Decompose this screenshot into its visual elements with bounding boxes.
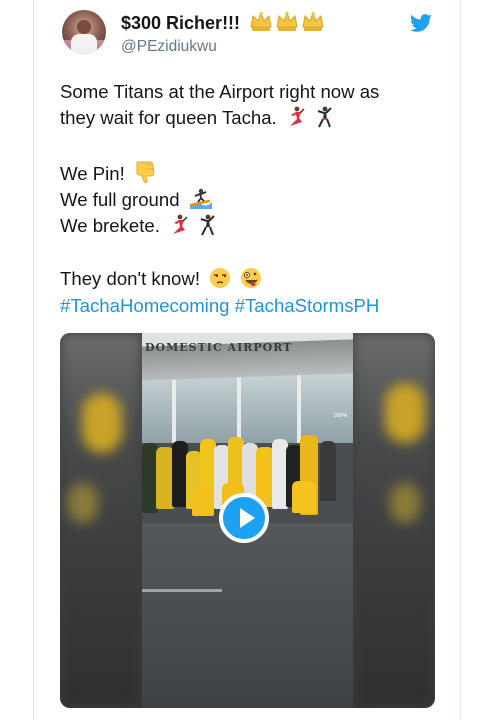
- hashtag-tachahomecoming[interactable]: #TachaHomecoming: [60, 295, 230, 316]
- card-border-left: [33, 0, 34, 720]
- crown-icon: [276, 11, 298, 31]
- airport-sign: DOMESTIC AIRPORT: [145, 341, 293, 354]
- video-player[interactable]: DOMESTIC AIRPORT DEPA: [60, 333, 435, 708]
- thumbs-down-icon: [136, 161, 155, 183]
- unamused-face-icon: [210, 268, 231, 288]
- avatar[interactable]: [62, 10, 106, 54]
- tweet-line-5-text: We brekete.: [60, 215, 160, 236]
- dancer-icon: [173, 214, 188, 234]
- user-handle[interactable]: @PEzidiukwu: [121, 38, 217, 56]
- zany-face-icon: [241, 268, 262, 288]
- twitter-bird-icon[interactable]: [409, 14, 433, 34]
- crown-emojis: [249, 11, 325, 33]
- door-sign: DEPA: [334, 413, 348, 419]
- hashtag-tachastormsph[interactable]: #TachaStormsPH: [235, 295, 380, 316]
- display-name[interactable]: $300 Richer!!!: [121, 13, 240, 34]
- video-blur-left: [60, 333, 142, 708]
- tweet-line-4: We full ground: [60, 187, 213, 213]
- tweet-line-2-text: they wait for queen Tacha.: [60, 107, 277, 128]
- tweet-line-6: They don't know!: [60, 266, 262, 292]
- man-dancing-icon: [200, 214, 215, 236]
- crown-icon: [250, 11, 272, 31]
- tweet-line-3-text: We Pin!: [60, 163, 125, 184]
- tweet-line-1: Some Titans at the Airport right now as: [60, 81, 380, 102]
- tweet-line-3: We Pin!: [60, 160, 156, 187]
- tweet-line-2: they wait for queen Tacha.: [60, 105, 335, 131]
- man-dancing-icon: [317, 106, 332, 128]
- dancer-icon: [289, 106, 305, 126]
- play-button[interactable]: [219, 493, 269, 543]
- play-icon: [240, 508, 255, 528]
- surfer-icon: [189, 188, 212, 209]
- tweet-line-5: We brekete.: [60, 213, 218, 239]
- hashtag-line: #TachaHomecoming #TachaStormsPH: [60, 293, 379, 319]
- card-border-right: [460, 0, 461, 720]
- tweet-line-4-text: We full ground: [60, 189, 180, 210]
- tweet-line-6-text: They don't know!: [60, 268, 200, 289]
- crown-icon: [302, 11, 324, 31]
